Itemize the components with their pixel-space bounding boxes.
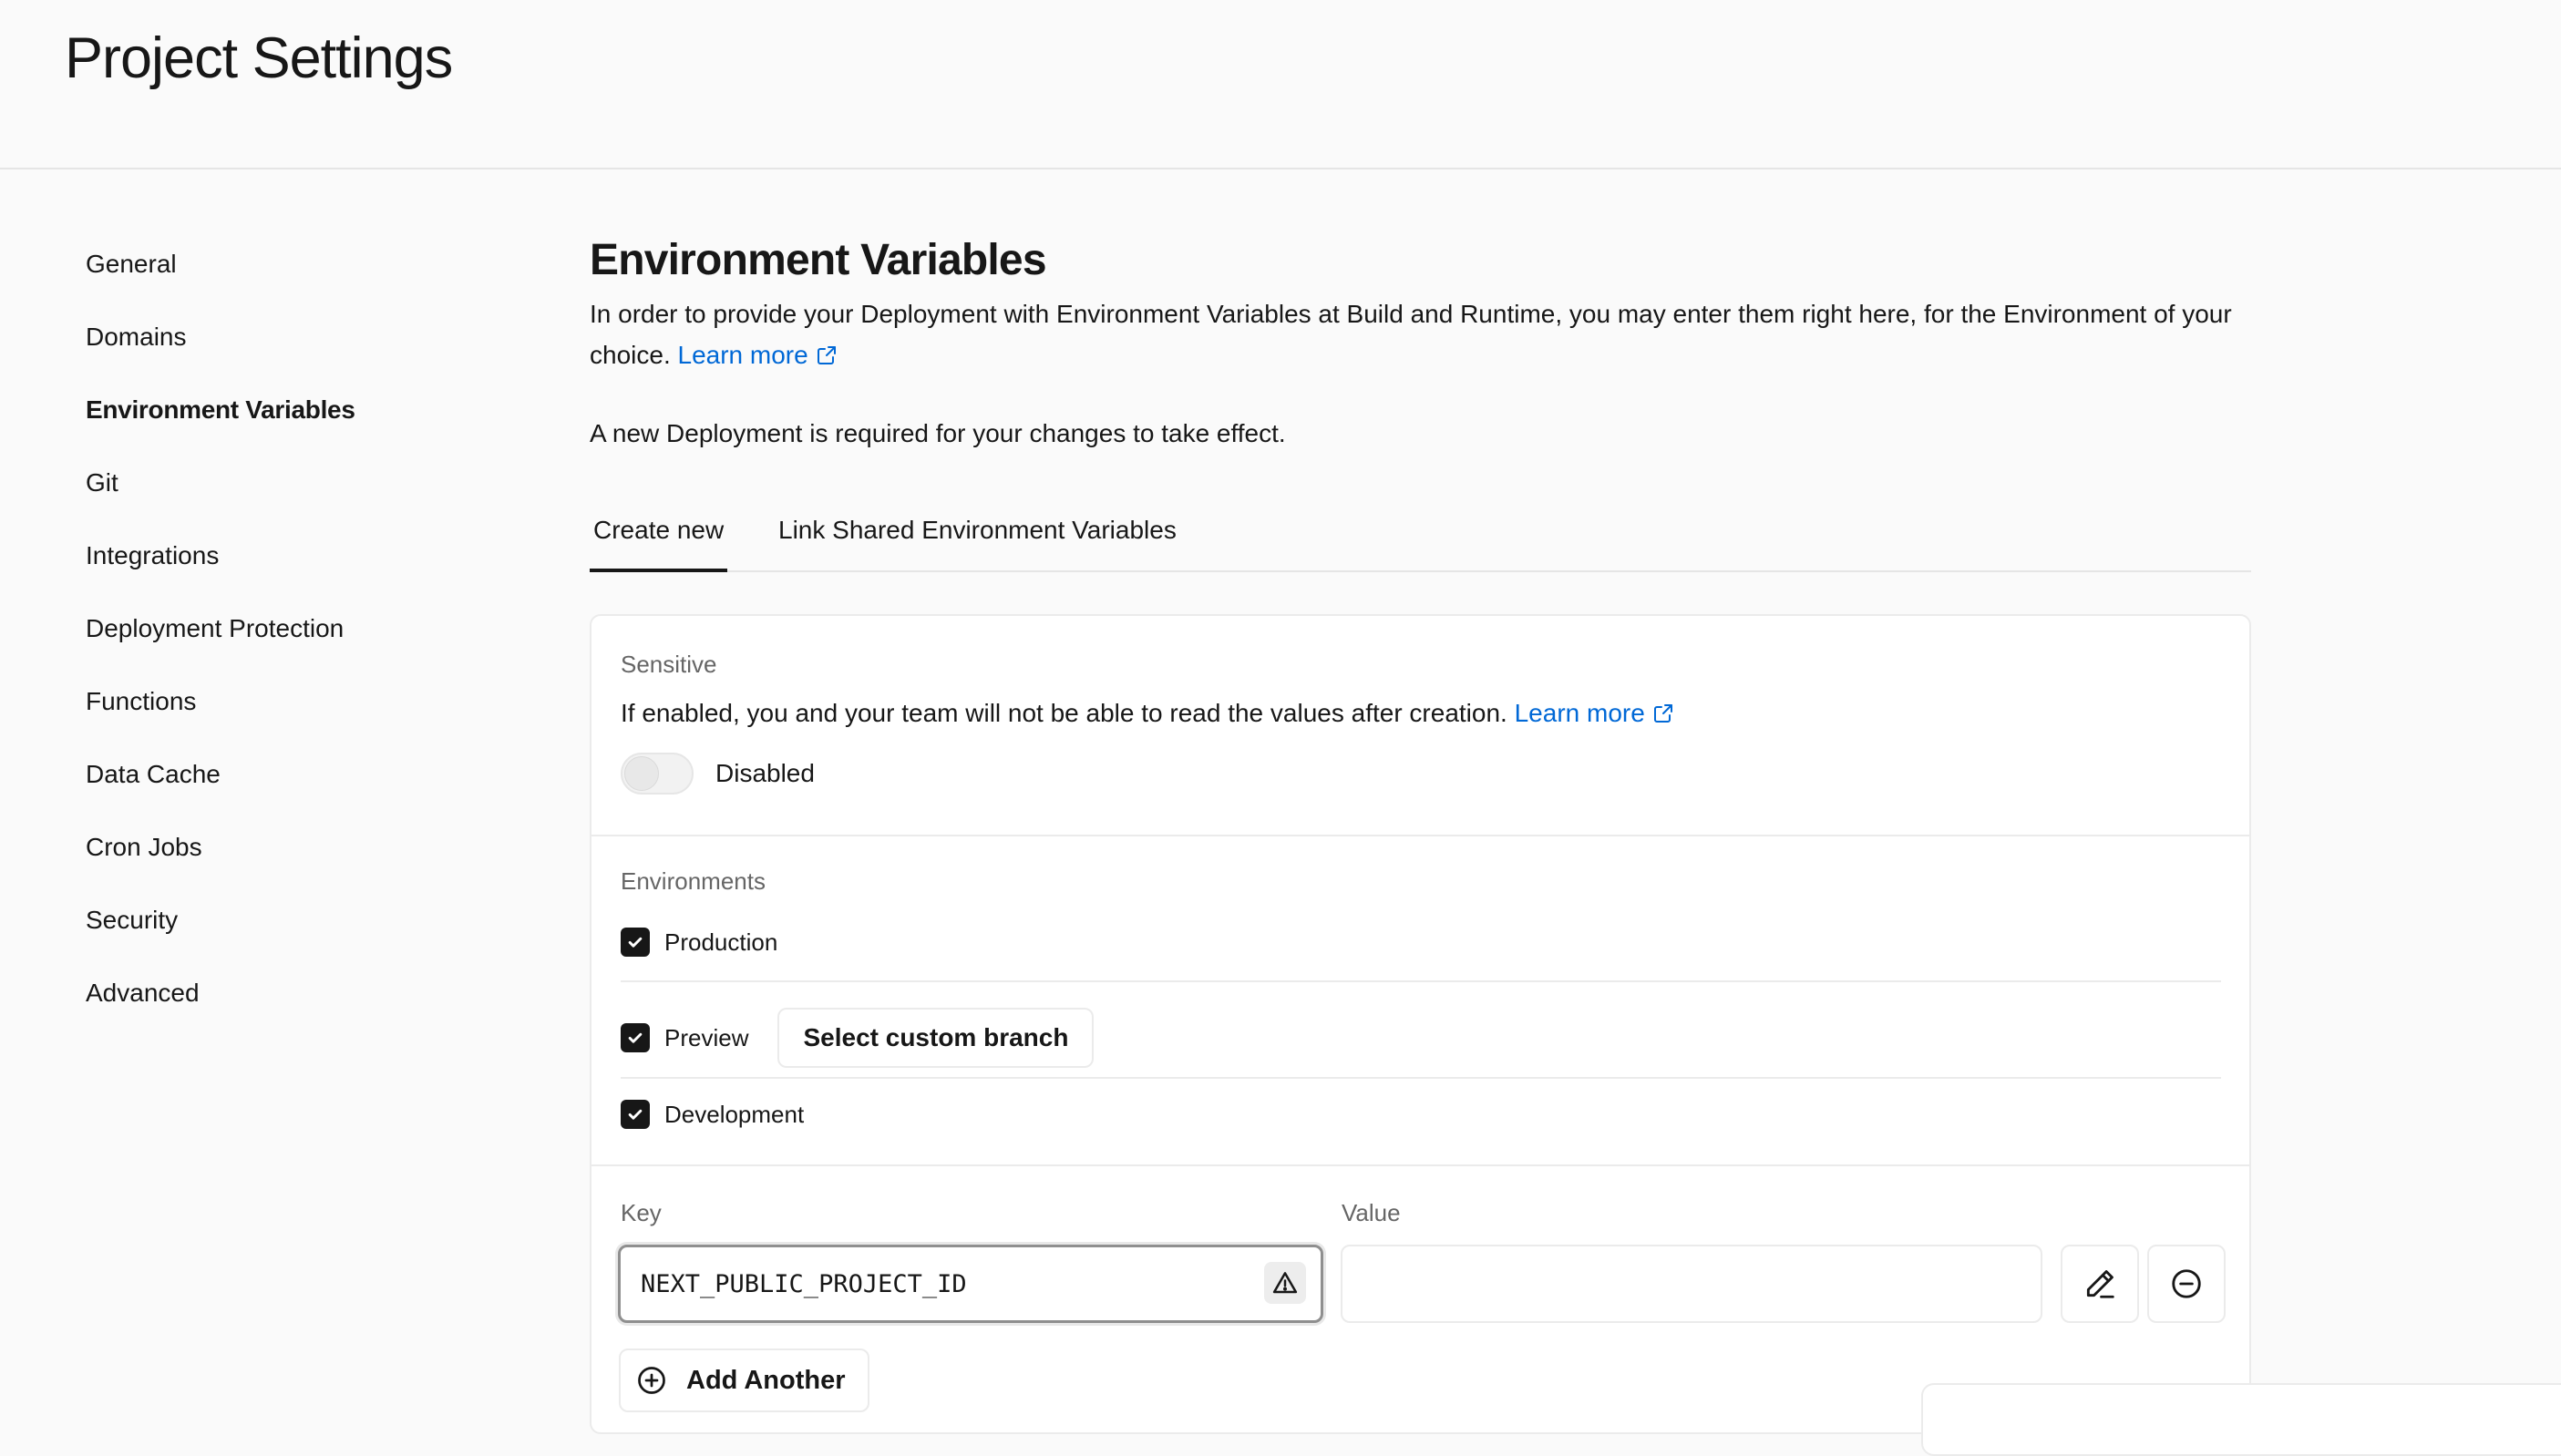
sensitive-description-text: If enabled, you and your team will not b… [621,699,1507,727]
key-field [618,1245,1323,1323]
tab-link-shared[interactable]: Link Shared Environment Variables [778,512,1177,572]
learn-more-label: Learn more [677,341,808,369]
sidebar-item-integrations[interactable]: Integrations [86,528,468,601]
env-row-preview: Preview Select custom branch [621,1007,1095,1069]
sensitive-toggle-state: Disabled [715,759,815,787]
preview-label[interactable]: Preview [664,1024,748,1052]
add-another-button[interactable]: Add Another [619,1348,869,1412]
tab-create-new[interactable]: Create new [590,512,728,572]
toggle-knob [624,756,659,791]
env-vars-section: Environment Variables In order to provid… [590,233,2251,572]
section-title: Environment Variables [590,236,1047,284]
sidebar-item-environment-variables[interactable]: Environment Variables [86,383,468,456]
production-label[interactable]: Production [664,928,777,957]
section-description: In order to provide your Deployment with… [590,293,2251,375]
env-row-development: Development [621,1092,804,1136]
sidebar-item-functions[interactable]: Functions [86,674,468,747]
env-var-form-card: Sensitive If enabled, you and your team … [590,614,2251,1434]
page-title: Project Settings [65,26,453,90]
section-divider [591,1164,2249,1166]
sensitive-description: If enabled, you and your team will not b… [621,695,2225,732]
remove-circle-icon [2172,1269,2201,1298]
select-custom-branch-button[interactable]: Select custom branch [777,1008,1095,1068]
value-input[interactable] [1341,1245,2042,1323]
key-label: Key [621,1199,662,1226]
sensitive-learn-more-label: Learn more [1514,699,1645,727]
sensitive-toggle[interactable] [621,753,694,795]
production-checkbox[interactable] [621,928,650,957]
sidebar-item-domains[interactable]: Domains [86,310,468,383]
key-warning-button[interactable] [1264,1262,1306,1304]
external-link-icon [817,346,836,364]
section-divider [591,835,2249,836]
sidebar-item-cron-jobs[interactable]: Cron Jobs [86,820,468,893]
sidebar-item-data-cache[interactable]: Data Cache [86,747,468,820]
sidebar-item-general[interactable]: General [86,237,468,310]
remove-row-button[interactable] [2147,1245,2226,1323]
development-checkbox[interactable] [621,1100,650,1129]
add-another-label: Add Another [686,1365,846,1395]
edit-value-button[interactable] [2061,1245,2139,1323]
check-icon [628,1032,643,1043]
sensitive-toggle-row: Disabled [621,752,2225,795]
tab-bar: Create new Link Shared Environment Varia… [590,512,2251,572]
warning-icon [1272,1272,1298,1294]
sidebar-item-advanced[interactable]: Advanced [86,966,468,1039]
floating-panel-edge [1921,1383,2561,1456]
preview-checkbox[interactable] [621,1023,650,1052]
settings-sidebar: General Domains Environment Variables Gi… [86,237,468,1039]
edit-pencil-icon [2086,1270,2114,1298]
env-row-production: Production [621,920,777,964]
sensitive-section: Sensitive If enabled, you and your team … [621,651,2225,795]
env-divider [621,980,2221,982]
check-icon [628,937,643,948]
environments-label: Environments [621,867,766,895]
sensitive-label: Sensitive [621,651,717,678]
page-header: Project Settings [0,0,2561,169]
check-icon [628,1109,643,1120]
add-circle-icon [638,1367,665,1394]
external-link-icon [1653,704,1672,723]
sensitive-learn-more-link[interactable]: Learn more [1515,699,1674,727]
value-label: Value [1342,1199,1401,1226]
sidebar-item-git[interactable]: Git [86,456,468,528]
sidebar-item-security[interactable]: Security [86,893,468,966]
sidebar-item-deployment-protection[interactable]: Deployment Protection [86,601,468,674]
learn-more-link[interactable]: Learn more [678,341,838,369]
redeploy-note: A new Deployment is required for your ch… [590,419,1286,447]
env-divider [621,1077,2221,1079]
key-input[interactable] [641,1266,1224,1302]
development-label[interactable]: Development [664,1101,804,1129]
